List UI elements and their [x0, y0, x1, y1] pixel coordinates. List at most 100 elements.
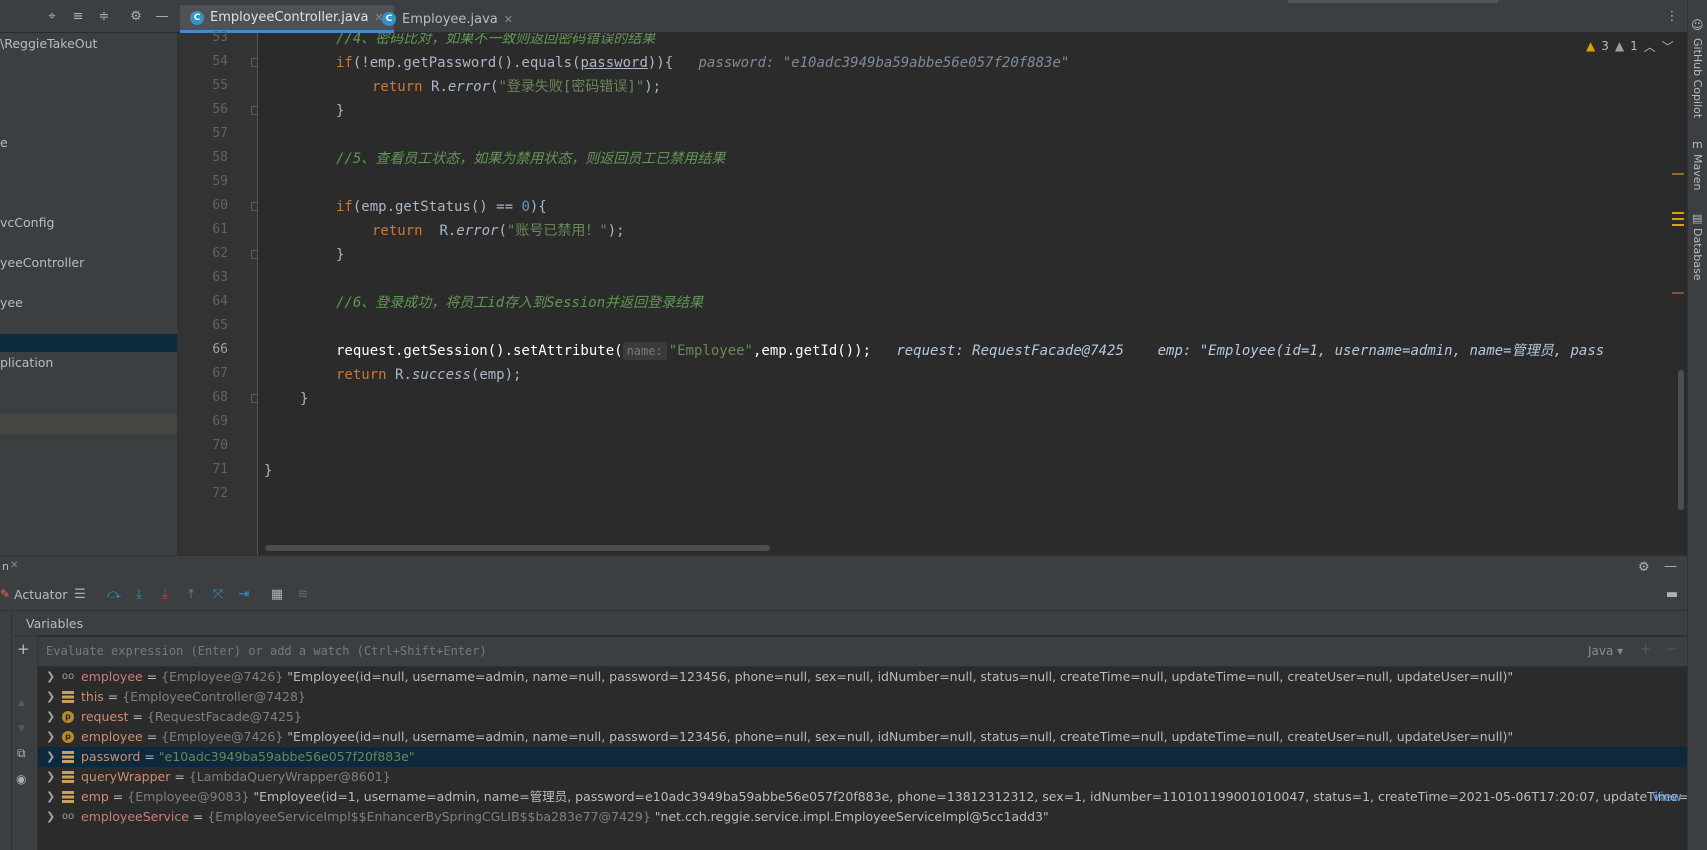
- run-to-cursor-icon[interactable]: ⇥: [236, 587, 252, 603]
- variable-row[interactable]: ❯ emp = {Employee@9083} "Employee(id=1, …: [38, 787, 1687, 807]
- crosshair-icon[interactable]: ⌖: [44, 9, 60, 25]
- more-vertical-icon[interactable]: ⋮: [1664, 9, 1680, 25]
- tool-window-database[interactable]: Database: [1691, 228, 1704, 281]
- tree-item[interactable]: \ReggieTakeOut: [0, 33, 177, 55]
- comment: //6、登录成功，将员工id存入到Session并返回登录结果: [336, 295, 704, 311]
- error-stripe-mark[interactable]: [1672, 224, 1684, 226]
- evaluate-expression-input[interactable]: Evaluate expression (Enter) or add a wat…: [46, 644, 487, 658]
- variable-text: employee = {Employee@7426} "Employee(id=…: [81, 669, 1514, 684]
- horizontal-scroll-thumb[interactable]: [265, 545, 770, 551]
- language-select[interactable]: Java ▾: [1588, 644, 1623, 658]
- copy-icon[interactable]: ⧉: [17, 746, 26, 761]
- evaluate-expression-bar[interactable]: Evaluate expression (Enter) or add a wat…: [38, 637, 1687, 667]
- variable-name: password: [81, 749, 141, 764]
- variable-type: {Employee@7426}: [161, 729, 284, 744]
- collapse-all-icon[interactable]: ≑: [96, 9, 112, 25]
- step-over-icon[interactable]: ⤼: [106, 587, 122, 603]
- code-editor[interactable]: //4、密码比对，如果不一致则返回密码错误的结果 if(!emp.getPass…: [258, 33, 1675, 555]
- tree-item[interactable]: vcConfig: [0, 212, 177, 234]
- trace-icon[interactable]: ≋: [295, 587, 311, 603]
- step-into-icon[interactable]: ⤓: [131, 587, 147, 603]
- code-text: (emp);: [470, 367, 522, 383]
- chevron-right-icon[interactable]: ❯: [46, 687, 55, 707]
- chevron-right-icon[interactable]: ❯: [46, 767, 55, 787]
- layout-icon[interactable]: ▬: [1664, 587, 1680, 603]
- actuator-tab[interactable]: Actuator: [14, 587, 67, 602]
- tree-item[interactable]: plication: [0, 352, 177, 374]
- variable-name: queryWrapper: [81, 769, 171, 784]
- chevron-right-icon[interactable]: ❯: [46, 727, 55, 747]
- chevron-right-icon[interactable]: ❯: [46, 747, 55, 767]
- code-text: (!emp.getPassword().equals(: [352, 55, 581, 71]
- line-gutter[interactable]: 53 54 55 56 57 58 59 60 61 62 63 64 65 6…: [178, 30, 260, 555]
- minimize-icon[interactable]: —: [1664, 559, 1677, 574]
- gear-icon[interactable]: ⚙: [1638, 560, 1650, 575]
- code-line-61: return R.error("账号已禁用！");: [372, 223, 625, 239]
- drop-frame-icon[interactable]: ⤧: [210, 587, 226, 603]
- tree-item-highlighted[interactable]: [0, 414, 177, 434]
- variable-value: "Employee(id=1, username=admin, name=管理员…: [253, 789, 1687, 804]
- copilot-icon: ☺: [1691, 18, 1704, 32]
- tree-item[interactable]: e: [0, 132, 177, 154]
- variable-text: request = {RequestFacade@7425}: [81, 709, 302, 724]
- variable-text: employeeService = {EmployeeServiceImpl$$…: [81, 809, 1049, 824]
- expand-all-icon[interactable]: ≡: [70, 9, 86, 25]
- variables-tab[interactable]: Variables: [26, 616, 83, 631]
- close-icon[interactable]: ✕: [10, 560, 18, 571]
- up-arrow-icon[interactable]: ▲: [18, 698, 25, 708]
- error-stripe-mark[interactable]: [1672, 218, 1684, 220]
- gear-icon[interactable]: ⚙: [128, 9, 144, 25]
- menu-icon[interactable]: ☰: [72, 587, 88, 603]
- add-watch-icon[interactable]: +: [17, 640, 30, 658]
- tool-window-github-copilot[interactable]: GitHub Copilot: [1691, 38, 1704, 118]
- view-link[interactable]: View: [1652, 787, 1682, 807]
- tree-item-selected[interactable]: [0, 334, 177, 352]
- line-number: 53: [212, 30, 228, 45]
- chevron-right-icon[interactable]: ❯: [46, 787, 55, 807]
- eye-icon[interactable]: ◉: [16, 772, 26, 786]
- keyword: return: [372, 79, 423, 95]
- code-line-67: return R.success(emp);: [336, 363, 521, 387]
- inspection-widget[interactable]: ▲ 3 ▲ 1 ︿ ﹀: [1586, 37, 1674, 55]
- error-stripe-mark[interactable]: [1672, 173, 1684, 175]
- variables-list[interactable]: ❯ oo employee = {Employee@7426} "Employe…: [38, 667, 1687, 850]
- line-number-current: 66: [212, 342, 228, 357]
- down-arrow-icon[interactable]: ▼: [18, 724, 25, 734]
- string-literal: "登录失败[密码错误]": [498, 79, 645, 95]
- line-number: 55: [212, 78, 228, 93]
- force-step-into-icon[interactable]: ⤓: [157, 587, 173, 603]
- step-out-icon[interactable]: ⤒: [183, 587, 199, 603]
- code-line-55: return R.error("登录失败[密码错误]");: [372, 79, 662, 95]
- evaluate-icon[interactable]: ▦: [269, 587, 285, 603]
- variable-row[interactable]: ❯ oo employeeService = {EmployeeServiceI…: [38, 807, 1687, 827]
- variable-row-selected[interactable]: ❯ password = "e10adc3949ba59abbe56e057f2…: [38, 747, 1687, 767]
- variable-row[interactable]: ❯ queryWrapper = {LambdaQueryWrapper@860…: [38, 767, 1687, 787]
- debug-header: n ✕ ⚙ —: [0, 555, 1687, 579]
- chevron-right-icon[interactable]: ❯: [46, 667, 55, 687]
- variable-row[interactable]: ❯ oo employee = {Employee@7426} "Employe…: [38, 667, 1687, 687]
- error-stripe-mark[interactable]: [1672, 212, 1684, 214]
- tab-employee[interactable]: C Employee.java ✕: [372, 5, 523, 33]
- minus-icon[interactable]: −: [1666, 642, 1677, 657]
- minimize-icon[interactable]: —: [154, 9, 170, 25]
- chevron-up-icon[interactable]: ︿: [1644, 38, 1656, 55]
- tab-employee-controller[interactable]: C EmployeeController.java ✕: [180, 5, 394, 33]
- variable-row[interactable]: ❯ this = {EmployeeController@7428}: [38, 687, 1687, 707]
- tool-window-maven[interactable]: Maven: [1691, 154, 1704, 190]
- error-stripe-mark[interactable]: [1672, 292, 1684, 294]
- variable-row[interactable]: ❯ p request = {RequestFacade@7425}: [38, 707, 1687, 727]
- variable-row[interactable]: ❯ p employee = {Employee@7426} "Employee…: [38, 727, 1687, 747]
- inline-debug-value: password: "e10adc3949ba59abbe56e057f20f8…: [698, 55, 1070, 71]
- tree-item[interactable]: yee: [0, 292, 177, 314]
- variables-side-toolbar: + ▲ ▼ ⧉ ◉: [12, 636, 38, 850]
- add-watch-icon[interactable]: +: [1640, 642, 1651, 657]
- chevron-down-icon[interactable]: ﹀: [1662, 38, 1674, 55]
- tree-item[interactable]: yeeController: [0, 252, 177, 274]
- chevron-right-icon[interactable]: ❯: [46, 707, 55, 727]
- close-icon[interactable]: ✕: [504, 13, 513, 26]
- vertical-scroll-thumb[interactable]: [1678, 370, 1684, 510]
- chevron-right-icon[interactable]: ❯: [46, 807, 55, 827]
- code-line-58: //5、查看员工状态，如果为禁用状态，则返回员工已禁用结果: [336, 147, 725, 171]
- debug-tab-fragment[interactable]: n: [2, 560, 9, 573]
- top-toolbar: ⌖ ≡ ≑ ⚙ — C EmployeeController.java ✕ C …: [0, 0, 1707, 33]
